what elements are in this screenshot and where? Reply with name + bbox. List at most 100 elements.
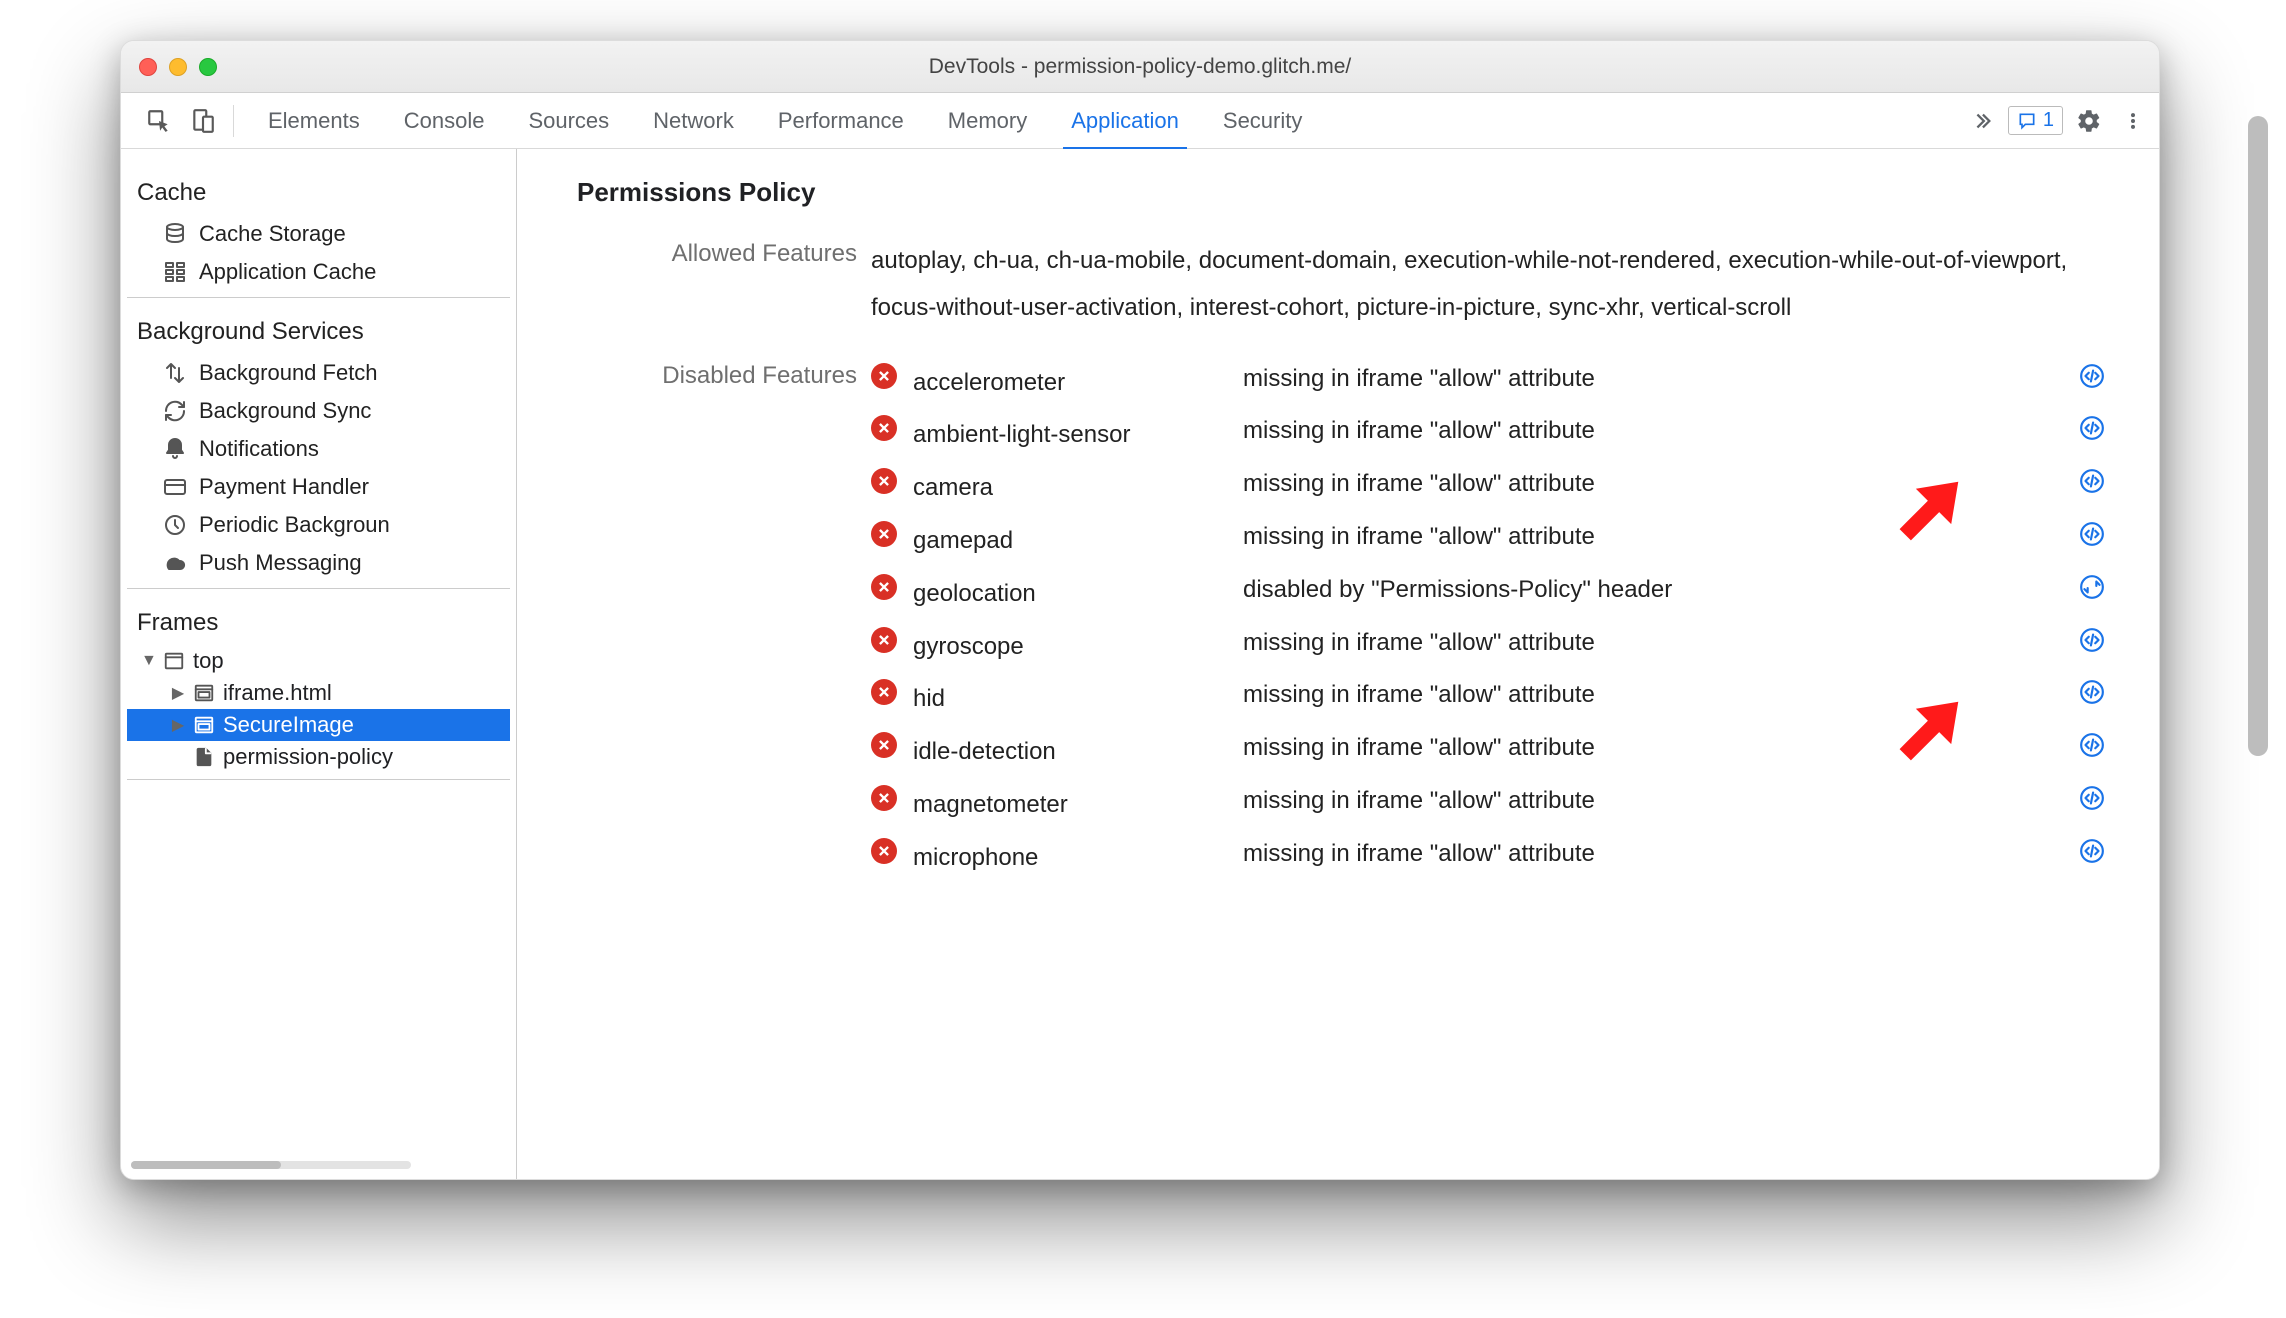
reveal-source-icon[interactable] xyxy=(2079,732,2123,758)
issues-chip[interactable]: 1 xyxy=(2008,106,2063,135)
error-badge-icon xyxy=(871,574,897,600)
frame-tree-item[interactable]: ▶iframe.html xyxy=(127,677,510,709)
disabled-feature-row: camera missing in iframe "allow" attribu… xyxy=(871,465,2123,512)
sidebar-item-notifications[interactable]: Notifications xyxy=(127,430,510,468)
updown-icon xyxy=(163,361,187,385)
error-badge-icon xyxy=(871,468,897,494)
disabled-feature-row: ambient-light-sensor missing in iframe "… xyxy=(871,412,2123,459)
feature-reason: missing in iframe "allow" attribute xyxy=(1243,676,2069,714)
feature-name: gyroscope xyxy=(913,624,1233,671)
feature-name: geolocation xyxy=(913,571,1233,618)
window-title: DevTools - permission-policy-demo.glitch… xyxy=(139,55,2141,79)
grid-icon xyxy=(163,260,187,284)
devtools-toolbar: Elements Console Sources Network Performance… xyxy=(121,93,2159,149)
device-toolbar-icon[interactable] xyxy=(185,103,221,139)
more-tabs-icon[interactable] xyxy=(1964,103,2000,139)
tab-network[interactable]: Network xyxy=(649,108,738,134)
feature-name: ambient-light-sensor xyxy=(913,412,1233,459)
disabled-feature-row: magnetometer missing in iframe "allow" a… xyxy=(871,782,2123,829)
minimize-window-button[interactable] xyxy=(169,58,187,76)
disabled-feature-row: geolocation disabled by "Permissions-Pol… xyxy=(871,571,2123,618)
tab-memory[interactable]: Memory xyxy=(944,108,1031,134)
sidebar-item-payment-handler[interactable]: Payment Handler xyxy=(127,468,510,506)
disabled-features-label: Disabled Features xyxy=(577,360,857,390)
disabled-features-list: accelerometer missing in iframe "allow" … xyxy=(871,360,2123,882)
feature-name: camera xyxy=(913,465,1233,512)
settings-icon[interactable] xyxy=(2071,103,2107,139)
feature-reason: missing in iframe "allow" attribute xyxy=(1243,624,2069,662)
panel-title: Permissions Policy xyxy=(577,177,2123,208)
zoom-window-button[interactable] xyxy=(199,58,217,76)
clock-icon xyxy=(163,513,187,537)
error-badge-icon xyxy=(871,363,897,389)
close-window-button[interactable] xyxy=(139,58,157,76)
feature-reason: disabled by "Permissions-Policy" header xyxy=(1243,571,2069,609)
tab-sources[interactable]: Sources xyxy=(524,108,613,134)
inspect-element-icon[interactable] xyxy=(141,103,177,139)
sidebar-item-bg-sync[interactable]: Background Sync xyxy=(127,392,510,430)
error-badge-icon xyxy=(871,679,897,705)
allowed-features-label: Allowed Features xyxy=(577,238,857,268)
traffic-lights xyxy=(139,58,217,76)
error-badge-icon xyxy=(871,785,897,811)
disabled-feature-row: microphone missing in iframe "allow" att… xyxy=(871,835,2123,882)
feature-name: magnetometer xyxy=(913,782,1233,829)
frame-tree-item[interactable]: ▶SecureImage xyxy=(127,709,510,741)
network-link-icon[interactable] xyxy=(2079,574,2123,600)
tab-console[interactable]: Console xyxy=(400,108,489,134)
sidebar-item-label: Background Fetch xyxy=(199,360,378,386)
error-badge-icon xyxy=(871,627,897,653)
feature-reason: missing in iframe "allow" attribute xyxy=(1243,412,2069,450)
sidebar-item-label: Push Messaging xyxy=(199,550,362,576)
reveal-source-icon[interactable] xyxy=(2079,838,2123,864)
main-panel: Permissions Policy Allowed Features auto… xyxy=(517,149,2159,1179)
reveal-source-icon[interactable] xyxy=(2079,679,2123,705)
sidebar-item-label: Cache Storage xyxy=(199,221,346,247)
sidebar-item-label: Notifications xyxy=(199,436,319,462)
reveal-source-icon[interactable] xyxy=(2079,415,2123,441)
disabled-feature-row: gamepad missing in iframe "allow" attrib… xyxy=(871,518,2123,565)
sidebar-item-periodic-bg[interactable]: Periodic Backgroun xyxy=(127,506,510,544)
sidebar-item-application-cache[interactable]: Application Cache xyxy=(127,253,510,291)
feature-reason: missing in iframe "allow" attribute xyxy=(1243,465,2069,503)
bell-icon xyxy=(163,437,187,461)
error-badge-icon xyxy=(871,521,897,547)
feature-reason: missing in iframe "allow" attribute xyxy=(1243,782,2069,820)
disabled-feature-row: hid missing in iframe "allow" attribute xyxy=(871,676,2123,723)
disabled-feature-row: gyroscope missing in iframe "allow" attr… xyxy=(871,624,2123,671)
disabled-feature-row: accelerometer missing in iframe "allow" … xyxy=(871,360,2123,407)
sidebar-item-push-messaging[interactable]: Push Messaging xyxy=(127,544,510,582)
refresh-icon xyxy=(163,399,187,423)
feature-reason: missing in iframe "allow" attribute xyxy=(1243,518,2069,556)
reveal-source-icon[interactable] xyxy=(2079,627,2123,653)
devtools-tabs: Elements Console Sources Network Performance… xyxy=(264,108,1306,134)
tab-application[interactable]: Application xyxy=(1067,108,1183,134)
sidebar-horizontal-scrollbar[interactable] xyxy=(131,1161,411,1169)
application-sidebar: CacheCache StorageApplication CacheBackg… xyxy=(121,149,517,1179)
sidebar-item-label: Application Cache xyxy=(199,259,376,285)
frame-tree-item[interactable]: permission-policy xyxy=(127,741,510,773)
card-icon xyxy=(163,475,187,499)
tab-security[interactable]: Security xyxy=(1219,108,1306,134)
devtools-window: DevTools - permission-policy-demo.glitch… xyxy=(120,40,2160,1180)
window-vertical-scrollbar[interactable] xyxy=(2248,116,2268,1136)
tab-performance[interactable]: Performance xyxy=(774,108,908,134)
sidebar-item-label: Background Sync xyxy=(199,398,371,424)
reveal-source-icon[interactable] xyxy=(2079,468,2123,494)
sidebar-item-bg-fetch[interactable]: Background Fetch xyxy=(127,354,510,392)
sidebar-divider xyxy=(127,779,510,780)
frame-tree-top[interactable]: ▼top xyxy=(127,645,510,677)
reveal-source-icon[interactable] xyxy=(2079,785,2123,811)
tab-elements[interactable]: Elements xyxy=(264,108,364,134)
feature-name: gamepad xyxy=(913,518,1233,565)
reveal-source-icon[interactable] xyxy=(2079,363,2123,389)
disabled-feature-row: idle-detection missing in iframe "allow"… xyxy=(871,729,2123,776)
cloud-icon xyxy=(163,551,187,575)
feature-name: idle-detection xyxy=(913,729,1233,776)
sidebar-divider xyxy=(127,588,510,589)
sidebar-item-cache-storage[interactable]: Cache Storage xyxy=(127,215,510,253)
database-icon xyxy=(163,222,187,246)
reveal-source-icon[interactable] xyxy=(2079,521,2123,547)
sidebar-divider xyxy=(127,297,510,298)
sidebar-item-label: Payment Handler xyxy=(199,474,369,500)
